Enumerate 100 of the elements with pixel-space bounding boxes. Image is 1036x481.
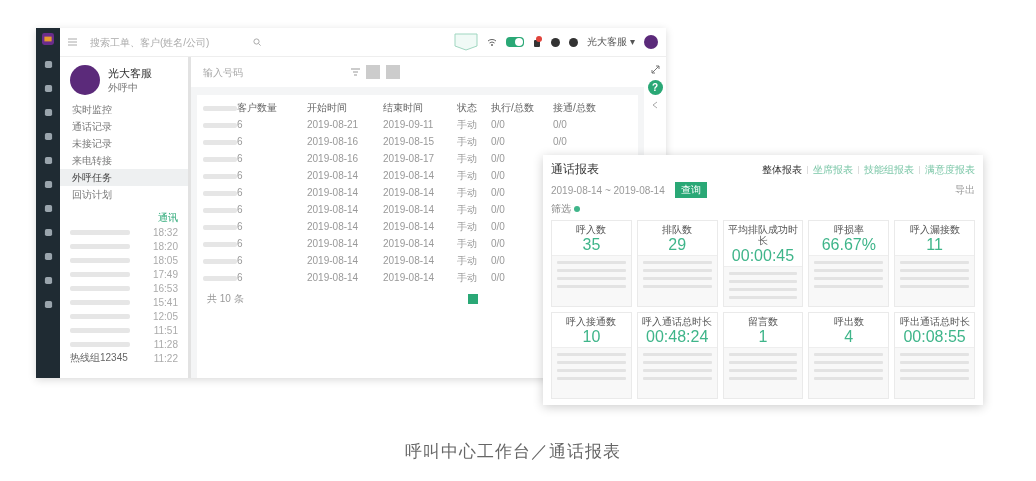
table-cell: 6 [237,204,243,215]
filter-label: 筛选 [551,202,571,216]
table-cell: 2019-08-14 [383,221,435,232]
caption: 呼叫中心工作台／通话报表 [405,441,621,463]
stat-title: 呼损率 [833,224,864,235]
table-cell: 0/0 [491,119,505,130]
contact-time: 18:20 [152,240,178,252]
table-cell: 6 [237,119,243,130]
table-cell: 2019-08-14 [307,187,359,198]
table-cell: 手动 [457,186,477,198]
table-cell: 0/0 [553,119,567,130]
table-cell: 2019-08-16 [307,153,359,164]
table-cell: 6 [237,221,243,232]
table-cell: 0/0 [491,187,505,198]
search-field[interactable]: 搜索工单、客户(姓名/公司) [86,33,244,51]
contact-time: 18:05 [152,254,178,266]
table-cell: 6 [237,272,243,283]
stat-title: 呼入数 [576,224,607,235]
contact-time: 17:49 [152,268,178,280]
query-button[interactable]: 查询 [674,182,707,198]
table-cell: 2019-08-14 [383,238,435,249]
table-cell: 0/0 [491,221,505,232]
contact-time: 15:41 [152,296,178,308]
stat-value: 00:48:24 [646,327,709,347]
stat-title: 呼入通话总时长 [642,316,713,327]
table-cell: 2019-08-14 [383,187,435,198]
menu-item[interactable]: 实时监控 [60,101,188,118]
table-cell: 2019-08-14 [383,170,435,181]
help-button[interactable]: ? [647,80,663,95]
menu-item[interactable]: 回访计划 [60,186,188,203]
stat-value: 4 [844,327,854,347]
table-cell: 2019-08-14 [383,255,435,266]
table-cell: 6 [237,170,243,181]
table-cell: 2019-08-14 [307,204,359,215]
table-cell: 2019-08-14 [307,255,359,266]
table-cell: 手动 [457,203,477,215]
menu-item[interactable]: 未接记录 [60,135,188,152]
report-title: 通话报表 [551,161,599,178]
table-cell: 0/0 [491,153,505,164]
table-cell: 0/0 [491,255,505,266]
stat-value: 66.67% [821,235,876,255]
contact-time: 11:22 [153,352,178,364]
contacts-header: 通讯 [158,211,178,225]
table-cell: 2019-08-14 [307,221,359,232]
contact-time: 12:05 [152,310,178,322]
stat-title: 排队数 [662,224,693,235]
table-cell: 0/0 [491,136,505,147]
table-cell: 0/0 [491,204,505,215]
stat-title: 呼出通话总时长 [899,316,970,327]
column-header: 状态 [457,100,478,115]
total-count: 共 10 条 [207,292,244,306]
stat-value: 10 [582,327,601,347]
stat-value: 29 [668,235,687,255]
table-cell: 6 [237,255,243,266]
table-cell: 2019-08-15 [383,136,435,147]
table-cell: 2019-08-17 [383,153,435,164]
table-cell: 2019-08-14 [383,204,435,215]
table-cell: 手动 [457,271,477,283]
table-cell: 0/0 [491,272,505,283]
table-cell: 2019-08-14 [383,272,435,283]
table-cell: 2019-08-16 [307,136,359,147]
table-cell: 2019-08-14 [307,170,359,181]
table-cell: 2019-09-11 [383,119,434,130]
profile-name: 光大客服 [108,66,152,79]
user-menu[interactable]: 光大客服 ▾ [587,35,635,49]
contact-time: 11:28 [153,338,178,350]
contact-name[interactable]: 热线组12345 [70,351,128,365]
table-cell: 手动 [457,118,477,130]
column-header: 开始时间 [307,100,348,115]
table-cell: 6 [237,153,243,164]
stat-title: 呼出数 [833,316,864,327]
table-cell: 手动 [457,237,477,249]
stat-value: 00:08:55 [903,327,966,347]
report-tab[interactable]: 整体报表 [762,162,802,177]
stat-title: 留言数 [748,316,778,327]
table-cell: 6 [237,136,243,147]
column-header: 结束时间 [383,100,424,115]
menu-item[interactable]: 来电转接 [60,152,188,169]
table-cell: 6 [237,238,243,249]
table-cell: 2019-08-14 [307,238,359,249]
menu-item[interactable]: 外呼任务 [60,169,188,186]
table-cell: 2019-08-21 [307,119,359,130]
table-cell: 6 [237,187,243,198]
table-cell: 手动 [457,220,477,232]
stat-title: 呼入接通数 [566,316,617,327]
table-cell: 手动 [457,152,477,164]
contact-time: 11:51 [153,324,178,336]
stat-title: 平均排队成功时长 [727,224,799,246]
date-range-field[interactable]: 2019-08-14 ~ 2019-08-14 [551,184,665,196]
stat-value: 00:00:45 [731,246,795,266]
column-header: 客户数量 [237,100,278,115]
number-field[interactable]: 输入号码 [201,63,295,81]
column-header: 接通/总数 [553,100,597,115]
export-link[interactable]: 导出 [955,183,975,197]
table-cell: 手动 [457,254,477,266]
contact-time: 16:53 [152,282,178,294]
column-header: 执行/总数 [491,100,535,115]
table-cell: 手动 [457,169,477,181]
menu-item[interactable]: 通话记录 [60,118,188,135]
table-cell: 0/0 [491,238,505,249]
